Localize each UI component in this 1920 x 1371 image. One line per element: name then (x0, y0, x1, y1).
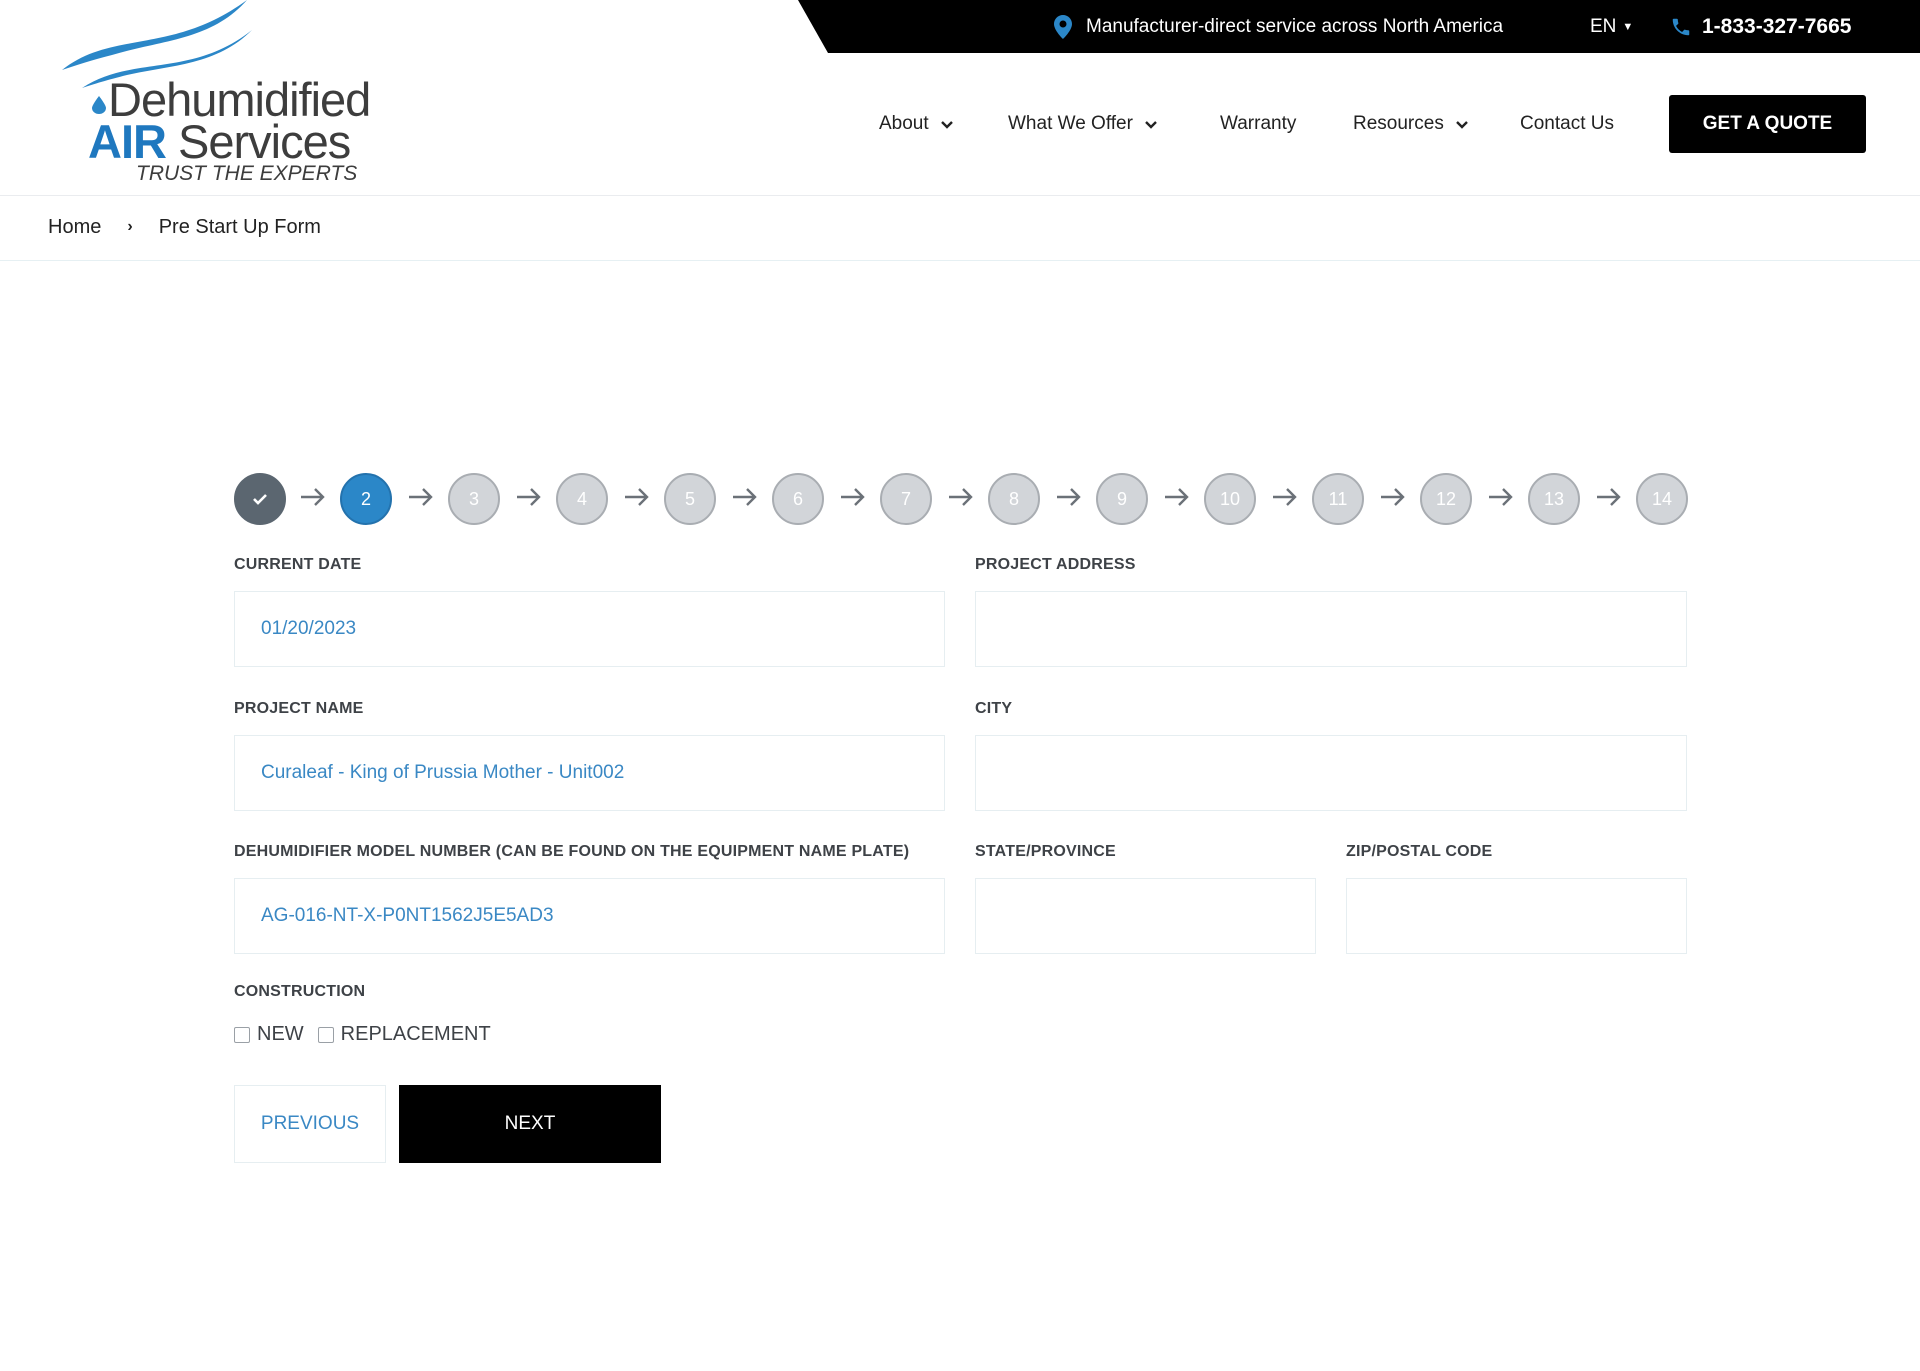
arrow-right-icon (1597, 488, 1621, 506)
arrow-right-icon (517, 488, 541, 506)
current-date-label: CURRENT DATE (234, 556, 362, 573)
arrow-right-icon (1381, 488, 1405, 506)
step-11[interactable]: 11 (1312, 473, 1364, 525)
next-button[interactable]: NEXT (399, 1085, 661, 1163)
nav-item-label: Resources (1353, 113, 1444, 134)
nav-item-resources[interactable]: Resources (1353, 95, 1468, 153)
arrow-right-icon (1273, 488, 1297, 506)
step-5[interactable]: 5 (664, 473, 716, 525)
service-area-text: Manufacturer-direct service across North… (1086, 15, 1504, 37)
arrow-right-icon (301, 488, 325, 506)
breadcrumb-current: Pre Start Up Form (158, 215, 321, 238)
service-area: Manufacturer-direct service across North… (1054, 0, 1503, 53)
state-province-field[interactable] (975, 878, 1316, 954)
replacement-checkbox[interactable] (317, 1026, 334, 1043)
state-province-label: STATE/PROVINCE (975, 843, 1116, 860)
language-label: EN (1590, 15, 1617, 37)
model-number-field[interactable]: AG-016-NT-X-P0NT1562J5E5AD3 (234, 878, 945, 954)
step-4[interactable]: 4 (556, 473, 608, 525)
logo-tagline: TRUST THE EXPERTS (136, 162, 358, 185)
step-9[interactable]: 9 (1096, 473, 1148, 525)
phone-link[interactable]: 1-833-327-7665 (1670, 0, 1851, 53)
phone-icon (1672, 18, 1690, 35)
arrow-right-icon (625, 488, 649, 506)
step-1-completed[interactable] (234, 473, 286, 525)
model-number-label: DEHUMIDIFIER MODEL NUMBER (CAN BE FOUND … (234, 843, 910, 860)
nav-item-about[interactable]: About (879, 95, 953, 153)
header-divider (0, 195, 1920, 196)
phone-number: 1-833-327-7665 (1702, 14, 1852, 38)
breadcrumb-home[interactable]: Home (48, 216, 101, 239)
city-label: CITY (975, 700, 1013, 717)
nav-item-label: About (879, 113, 929, 134)
nav-item-label: What We Offer (1008, 113, 1133, 134)
new-checkbox[interactable] (234, 1026, 250, 1043)
step-2[interactable]: 2 (340, 473, 392, 525)
previous-button[interactable]: PREVIOUS (234, 1085, 386, 1163)
step-3[interactable]: 3 (448, 473, 500, 525)
arrow-right-icon (841, 488, 865, 506)
city-field[interactable] (975, 735, 1687, 811)
nav-item-label: Warranty (1220, 113, 1297, 134)
arrow-right-icon (733, 488, 757, 506)
arrow-right-icon (949, 488, 973, 506)
step-14[interactable]: 14 (1636, 473, 1688, 525)
breadcrumb-divider (0, 260, 1920, 261)
step-13[interactable]: 13 (1528, 473, 1580, 525)
nav-item-contact-us[interactable]: Contact Us (1520, 95, 1614, 153)
project-name-field[interactable]: Curaleaf - King of Prussia Mother - Unit… (234, 735, 945, 811)
project-name-label: PROJECT NAME (234, 700, 364, 717)
arrow-right-icon (409, 488, 433, 506)
arrow-right-icon (1489, 488, 1513, 506)
main-nav: About What We Offer Warranty Resources C… (0, 95, 1920, 153)
arrow-right-icon (1057, 488, 1081, 506)
nav-item-what-we-offer[interactable]: What We Offer (1008, 95, 1157, 153)
zip-code-label: ZIP/POSTAL CODE (1346, 843, 1493, 860)
chevron-down-icon (1455, 116, 1468, 132)
get-a-quote-button[interactable]: GET A QUOTE (1669, 95, 1866, 153)
construction-options: NEW REPLACEMENT (234, 1023, 505, 1046)
replacement-checkbox-label[interactable]: REPLACEMENT (341, 1023, 491, 1046)
checkmark-icon (253, 494, 267, 505)
chevron-down-icon (1145, 116, 1157, 132)
language-selector[interactable]: EN ▼ (1590, 0, 1633, 53)
new-checkbox-label[interactable]: NEW (257, 1023, 304, 1046)
step-12[interactable]: 12 (1420, 473, 1472, 525)
top-bar: Manufacturer-direct service across North… (798, 0, 1920, 53)
chevron-right-icon: › (127, 218, 133, 235)
step-6[interactable]: 6 (772, 473, 824, 525)
nav-item-warranty[interactable]: Warranty (1220, 95, 1296, 153)
zip-code-field[interactable] (1346, 878, 1687, 954)
project-address-field[interactable] (975, 591, 1687, 667)
chevron-down-icon (940, 116, 953, 132)
breadcrumb: Home › Pre Start Up Form (48, 215, 321, 239)
step-10[interactable]: 10 (1204, 473, 1256, 525)
current-date-field[interactable]: 01/20/2023 (234, 591, 945, 667)
arrow-right-icon (1165, 488, 1189, 506)
step-7[interactable]: 7 (880, 473, 932, 525)
project-address-label: PROJECT ADDRESS (975, 556, 1136, 573)
construction-label: CONSTRUCTION (234, 983, 366, 1000)
location-pin-icon (1054, 14, 1072, 39)
step-8[interactable]: 8 (988, 473, 1040, 525)
nav-item-label: Contact Us (1520, 113, 1614, 134)
caret-down-icon: ▼ (1622, 20, 1634, 33)
